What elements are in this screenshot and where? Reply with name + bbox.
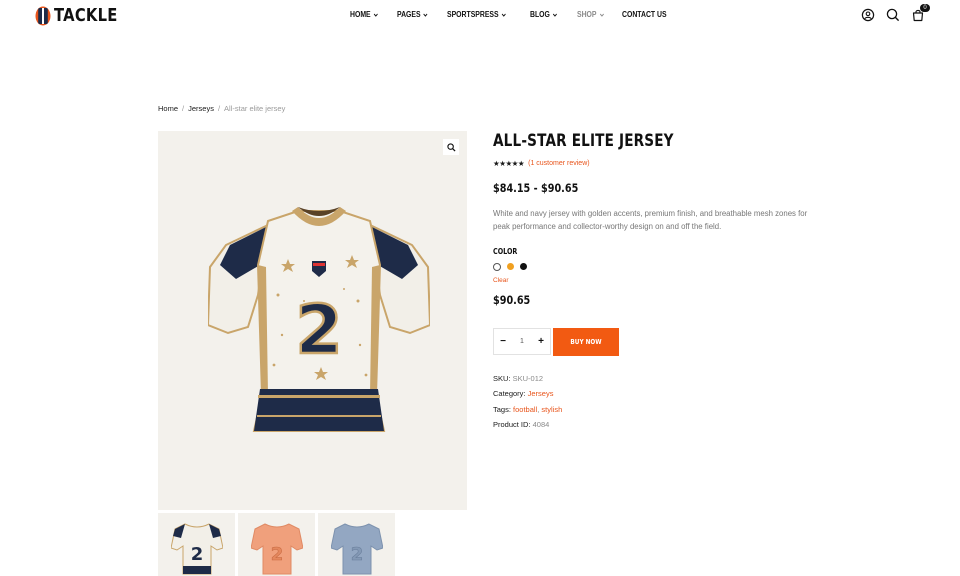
thumbnail-strip: 2 2 2 xyxy=(158,513,395,576)
nav-contact-us[interactable]: Contact Us xyxy=(622,10,667,19)
nav-blog-label: Blog xyxy=(530,10,551,19)
chevron-down-icon xyxy=(423,13,428,17)
buy-now-label: Buy Now xyxy=(570,338,602,346)
nav-shop-label: Shop xyxy=(576,10,597,19)
breadcrumb-home[interactable]: Home xyxy=(158,104,178,113)
nav-sportspress-label: SportsPress xyxy=(447,10,500,19)
product-id-label: Product ID: xyxy=(493,419,531,429)
sku-label: SKU: xyxy=(493,374,511,383)
swatch-white[interactable] xyxy=(493,263,501,271)
user-circle-icon[interactable] xyxy=(861,8,875,22)
svg-text:2: 2 xyxy=(351,544,364,565)
tags-row: Tags: football, stylish xyxy=(493,404,562,419)
nav-sportspress[interactable]: SportsPress xyxy=(447,10,507,19)
nav-pages[interactable]: Pages xyxy=(397,10,428,19)
chevron-down-icon xyxy=(599,13,604,17)
selected-price: $90.65 xyxy=(493,293,531,307)
sku-row: SKU: SKU-012 xyxy=(493,373,562,388)
jersey-number: 2 xyxy=(295,291,342,370)
nav-shop[interactable]: Shop xyxy=(577,10,604,19)
category-link[interactable]: Jerseys xyxy=(528,389,554,398)
clear-selection-link[interactable]: Clear xyxy=(493,277,509,284)
breadcrumb-current: All-star elite jersey xyxy=(224,104,286,113)
nav-home[interactable]: Home xyxy=(350,10,378,19)
sku-value: SKU-012 xyxy=(512,374,544,383)
cart-button[interactable]: 0 xyxy=(911,4,930,22)
brand-name: TACKLE xyxy=(54,5,118,26)
tag-link-football[interactable]: football xyxy=(513,405,537,414)
chevron-down-icon xyxy=(373,13,378,17)
tags-label: Tags: xyxy=(493,404,511,414)
breadcrumb: Home / Jerseys / All-star elite jersey xyxy=(158,104,285,113)
breadcrumb-separator: / xyxy=(182,104,185,113)
product-id-row: Product ID: 4084 xyxy=(493,419,562,434)
color-label: Color xyxy=(493,247,518,256)
quantity-increase-button[interactable]: + xyxy=(536,336,546,347)
site-logo[interactable]: TACKLE xyxy=(35,5,132,26)
jersey-thumbnail: 2 xyxy=(171,523,223,575)
swatch-orange[interactable] xyxy=(507,263,514,270)
jersey-image: 2 xyxy=(208,207,430,432)
product-meta: SKU: SKU-012 Category: Jerseys Tags: foo… xyxy=(493,373,562,434)
magnifier-icon xyxy=(446,142,456,152)
tag-link-stylish[interactable]: stylish xyxy=(541,405,562,414)
svg-text:2: 2 xyxy=(191,544,204,565)
nav-blog[interactable]: Blog xyxy=(530,10,558,19)
color-swatches xyxy=(493,263,527,271)
zoom-button[interactable] xyxy=(443,139,459,155)
thumbnail-white-navy[interactable]: 2 xyxy=(158,513,235,576)
product-title: All-Star Elite Jersey xyxy=(493,131,674,151)
main-navigation: Home Pages SportsPress Blog Shop Contact… xyxy=(350,10,688,19)
football-logo-icon xyxy=(35,6,51,25)
header-actions: 0 xyxy=(861,4,930,22)
swatch-black[interactable] xyxy=(520,263,527,270)
chevron-down-icon xyxy=(553,13,558,17)
star-rating-icon: ★★★★★ xyxy=(493,159,525,168)
product-rating: ★★★★★ (1 customer review) xyxy=(493,159,590,168)
product-main-image[interactable]: 2 xyxy=(158,131,467,510)
nav-home-label: Home xyxy=(350,10,371,19)
site-header: TACKLE Home Pages SportsPress Blog Shop … xyxy=(0,0,960,32)
jersey-thumbnail: 2 xyxy=(251,523,303,575)
breadcrumb-separator: / xyxy=(217,104,221,113)
nav-pages-label: Pages xyxy=(397,10,421,19)
review-link[interactable]: (1 customer review) xyxy=(528,160,589,167)
thumbnail-orange[interactable]: 2 xyxy=(238,513,315,576)
price-range: $84.15 - $90.65 xyxy=(493,181,579,195)
tag-separator: , xyxy=(537,404,540,414)
quantity-stepper: − + xyxy=(493,328,551,355)
quantity-input[interactable] xyxy=(514,338,530,345)
breadcrumb-category[interactable]: Jerseys xyxy=(188,104,214,113)
svg-text:2: 2 xyxy=(271,544,284,565)
buy-now-button[interactable]: Buy Now xyxy=(553,328,619,356)
quantity-decrease-button[interactable]: − xyxy=(498,336,508,347)
product-description: White and navy jersey with golden accent… xyxy=(493,209,808,231)
category-label: Category: xyxy=(493,389,526,399)
category-row: Category: Jerseys xyxy=(493,388,562,403)
search-icon[interactable] xyxy=(886,8,900,22)
nav-contact-label: Contact Us xyxy=(622,10,667,19)
jersey-thumbnail: 2 xyxy=(331,523,383,575)
cart-count-badge: 0 xyxy=(920,4,930,12)
product-id-value: 4084 xyxy=(532,419,550,429)
thumbnail-blue-grey[interactable]: 2 xyxy=(318,513,395,576)
chevron-down-icon xyxy=(502,13,507,17)
